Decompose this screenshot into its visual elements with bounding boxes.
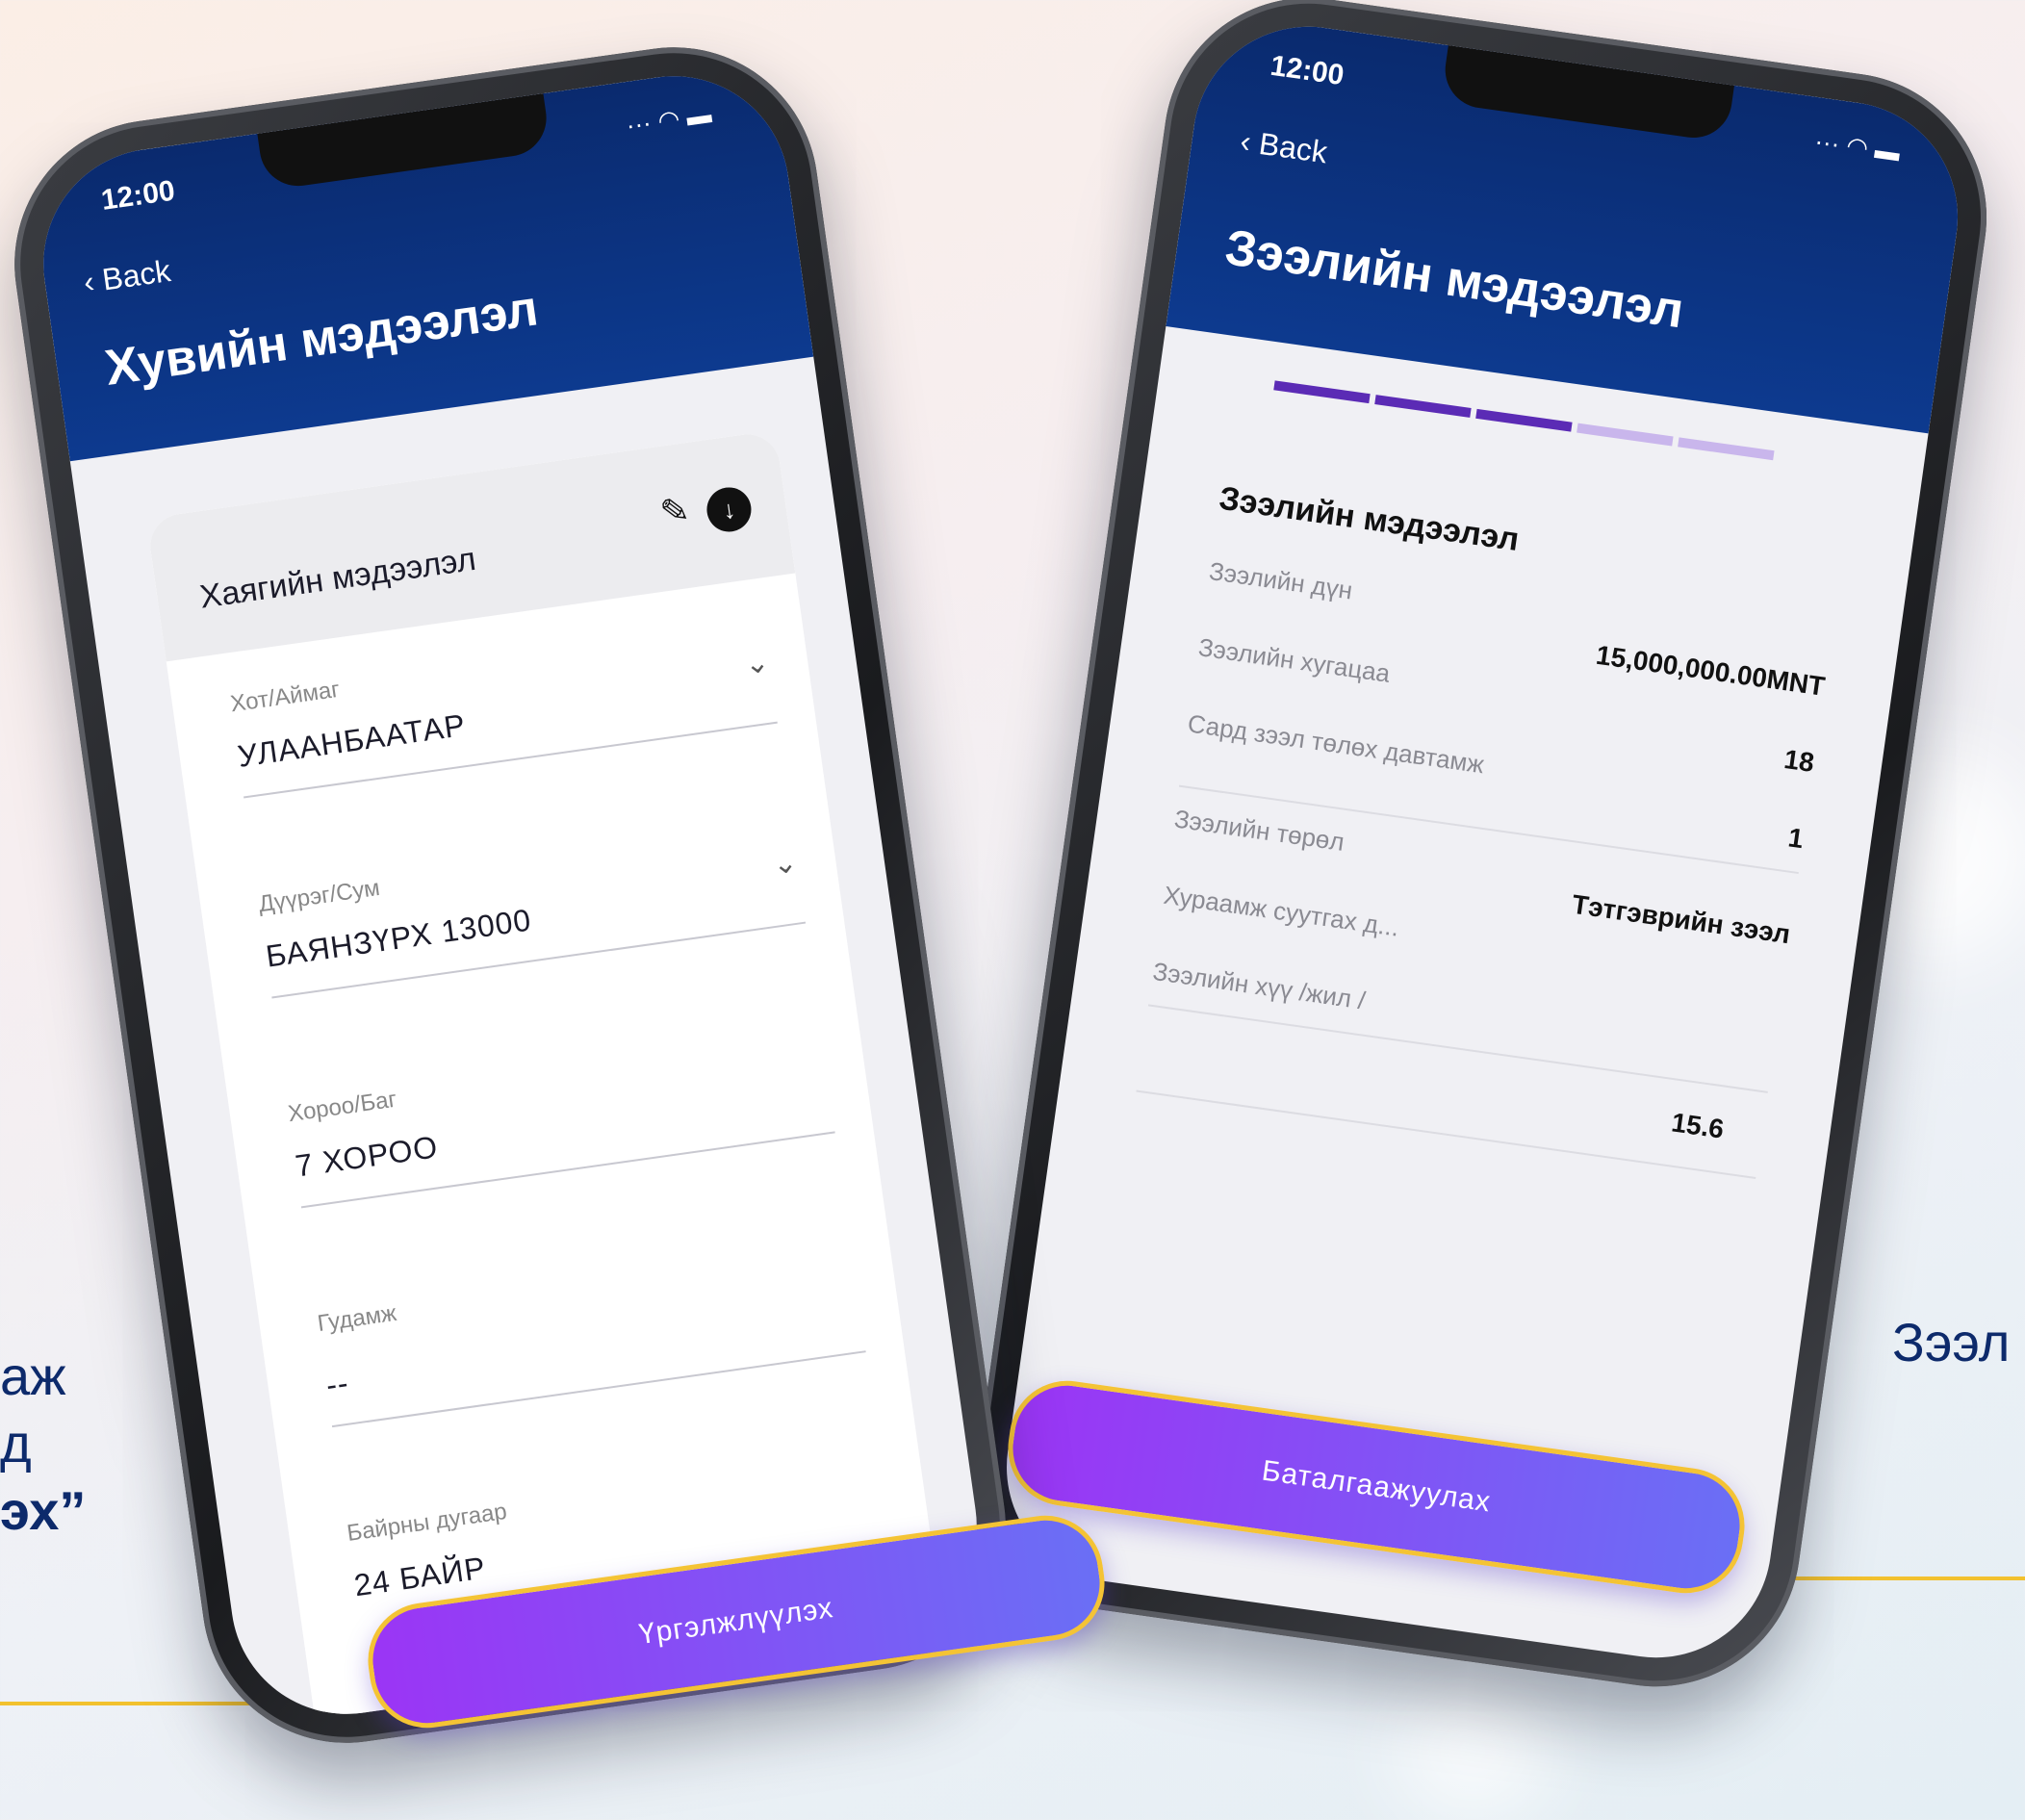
- back-label: Back: [99, 252, 173, 297]
- status-icons: ··· ◠ ▬: [624, 99, 714, 141]
- progress-step-1: [1273, 380, 1371, 404]
- progress-step-2: [1374, 395, 1472, 418]
- row-value: Тэтгэврийн зээл: [1570, 888, 1792, 950]
- card-header: Хаягийн мэдээлэл ✎ ↓: [145, 429, 796, 662]
- chevron-down-icon[interactable]: ⌄: [771, 845, 800, 882]
- card-title: Хаягийн мэдээлэл: [197, 540, 478, 616]
- divider: [1147, 1004, 1768, 1093]
- page-title: Хувийн мэдээлэл: [101, 280, 542, 397]
- back-label: Back: [1256, 125, 1330, 170]
- left-caption-line2: д: [0, 1413, 32, 1474]
- progress-step-5: [1678, 437, 1775, 461]
- divider: [1136, 1089, 1756, 1179]
- field-underline: [331, 1350, 866, 1428]
- row-label: Зээлийн дүн: [1207, 555, 1355, 605]
- address-card: Хаягийн мэдээлэл ✎ ↓ Хот/Аймаг УЛААНБААТ…: [145, 429, 950, 1730]
- field-label: Дүүрэг/Сум: [256, 874, 382, 918]
- left-caption-line1: аж: [0, 1346, 66, 1406]
- field-label: Хот/Аймаг: [228, 676, 342, 718]
- row-label: Зээлийн хугацаа: [1196, 632, 1393, 688]
- status-time: 12:00: [99, 174, 177, 217]
- street-field[interactable]: --: [324, 1365, 351, 1403]
- district-field[interactable]: БАЯНЗҮРХ 13000: [264, 902, 534, 974]
- field-label: Гудамж: [316, 1299, 398, 1338]
- download-icon[interactable]: ↓: [704, 484, 755, 535]
- row-label: Хураамж суутгах д...: [1162, 880, 1401, 942]
- left-caption-line3: эх”: [0, 1480, 87, 1541]
- phone-left-screen: 12:00 ··· ◠ ▬ ‹ Back Хувийн мэдээлэл Хая…: [28, 61, 992, 1730]
- progress-step-3: [1475, 408, 1573, 432]
- khoroo-field[interactable]: 7 ХОРОО: [294, 1129, 441, 1184]
- row-value: 15.6: [1669, 1107, 1727, 1144]
- app-header: 12:00 ··· ◠ ▬ ‹ Back Зээлийн мэдээлэл: [1166, 12, 1973, 434]
- app-header: 12:00 ··· ◠ ▬ ‹ Back Хувийн мэдээлэл: [28, 61, 814, 462]
- progress-step-4: [1576, 423, 1674, 447]
- row-label: Зээлийн хүү /жил /: [1150, 956, 1368, 1015]
- field-label: Хороо/Баг: [286, 1086, 398, 1128]
- phone-left: 12:00 ··· ◠ ▬ ‹ Back Хувийн мэдээлэл Хая…: [0, 28, 1025, 1762]
- row-label: Зээлийн төрөл: [1172, 804, 1346, 857]
- edit-icon[interactable]: ✎: [657, 489, 692, 533]
- back-button[interactable]: ‹ Back: [1238, 123, 1330, 170]
- section-title: Зээлийн мэдээлэл: [1217, 479, 1522, 559]
- right-caption: Зээл: [1892, 1312, 2011, 1372]
- row-label: Сард зээл төлөх давтамж: [1186, 708, 1486, 780]
- chevron-down-icon[interactable]: ⌄: [743, 645, 772, 681]
- status-time: 12:00: [1268, 49, 1346, 92]
- field-label: Байрны дугаар: [345, 1498, 509, 1547]
- row-value: 1: [1786, 822, 1806, 855]
- row-value: 18: [1781, 744, 1816, 779]
- background-glow: [1396, 1684, 1550, 1819]
- notch: [257, 93, 551, 192]
- city-field[interactable]: УЛААНБААТАР: [236, 707, 469, 775]
- row-value: 15,000,000.00MNT: [1594, 639, 1828, 702]
- page-title: Зээлийн мэдээлэл: [1221, 219, 1687, 340]
- back-button[interactable]: ‹ Back: [82, 253, 173, 300]
- status-icons: ··· ◠ ▬: [1812, 126, 1903, 167]
- notch: [1440, 45, 1734, 143]
- left-caption: аж д эх”: [0, 1343, 86, 1545]
